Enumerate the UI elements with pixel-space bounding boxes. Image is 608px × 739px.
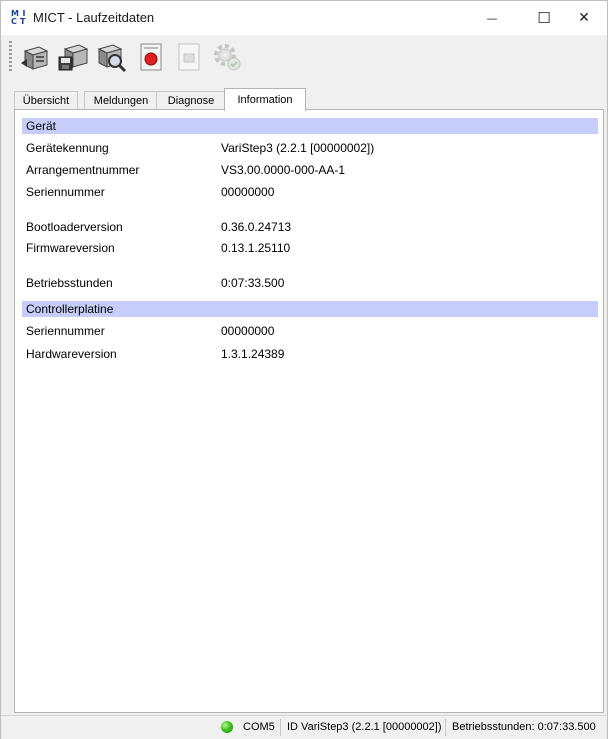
status-device: ID VariStep3 (2.2.1 [00000002]) xyxy=(287,721,442,733)
value-ctrl-seriennummer: 00000000 xyxy=(221,324,275,338)
tab-information[interactable]: Information xyxy=(224,88,306,111)
status-separator xyxy=(280,719,281,736)
status-hours: Betriebsstunden: 0:07:33.500 xyxy=(452,721,596,733)
tab-uebersicht[interactable]: Übersicht xyxy=(14,91,78,110)
maximize-icon: ☐ xyxy=(537,9,551,27)
status-bar: COM5 ID VariStep3 (2.2.1 [00000002]) Bet… xyxy=(1,715,607,739)
section-header-geraet: Gerät xyxy=(22,118,598,134)
device-read-icon xyxy=(21,46,49,70)
tab-diagnose[interactable]: Diagnose xyxy=(156,91,226,110)
value-geraetekennung: VariStep3 (2.2.1 [00000002]) xyxy=(221,141,375,155)
device-search-icon xyxy=(97,44,127,73)
value-hardwareversion: 1.3.1.24389 xyxy=(221,347,285,361)
label-bootloaderversion: Bootloaderversion xyxy=(26,220,123,234)
document-disabled-icon xyxy=(178,43,200,71)
tab-meldungen[interactable]: Meldungen xyxy=(84,91,158,110)
document-button[interactable] xyxy=(173,41,205,73)
value-arrangementnummer: VS3.00.0000-000-AA-1 xyxy=(221,163,346,177)
label-hardwareversion: Hardwareversion xyxy=(26,347,117,361)
toolbar-grip[interactable] xyxy=(9,41,12,73)
label-seriennummer: Seriennummer xyxy=(26,185,105,199)
title-bar: MI CT MICT - Laufzeitdaten — ☐ ✕ xyxy=(1,1,607,35)
record-button[interactable] xyxy=(135,41,167,73)
record-icon xyxy=(140,43,162,71)
window-title: MICT - Laufzeitdaten xyxy=(33,10,155,25)
minimize-icon: — xyxy=(486,11,498,25)
connection-status-icon xyxy=(221,721,233,733)
toolbar xyxy=(1,35,607,80)
label-ctrl-seriennummer: Seriennummer xyxy=(26,324,105,338)
label-geraetekennung: Gerätekennung xyxy=(26,141,109,155)
close-icon: ✕ xyxy=(578,10,590,26)
main-window: MI CT MICT - Laufzeitdaten — ☐ ✕ Übersic… xyxy=(0,0,608,739)
label-firmwareversion: Firmwareversion xyxy=(26,241,115,255)
app-logo-icon: MI CT xyxy=(11,9,26,26)
status-port: COM5 xyxy=(243,721,275,733)
device-save-icon xyxy=(58,44,89,71)
status-separator xyxy=(445,719,446,736)
value-betriebsstunden: 0:07:33.500 xyxy=(221,276,285,290)
value-bootloaderversion: 0.36.0.24713 xyxy=(221,220,292,234)
save-device-button[interactable] xyxy=(57,41,89,73)
section-header-controllerplatine: Controllerplatine xyxy=(22,301,598,317)
label-betriebsstunden: Betriebsstunden xyxy=(26,276,113,290)
close-button[interactable]: ✕ xyxy=(561,1,607,35)
settings-button[interactable] xyxy=(211,41,243,73)
minimize-button[interactable]: — xyxy=(469,1,515,35)
value-firmwareversion: 0.13.1.25110 xyxy=(221,241,291,255)
read-device-button[interactable] xyxy=(19,41,51,73)
search-device-button[interactable] xyxy=(95,41,127,73)
information-panel: Gerät Gerätekennung VariStep3 (2.2.1 [00… xyxy=(14,109,604,713)
label-arrangementnummer: Arrangementnummer xyxy=(26,163,140,177)
settings-disabled-icon xyxy=(214,44,241,71)
value-seriennummer: 00000000 xyxy=(221,185,275,199)
